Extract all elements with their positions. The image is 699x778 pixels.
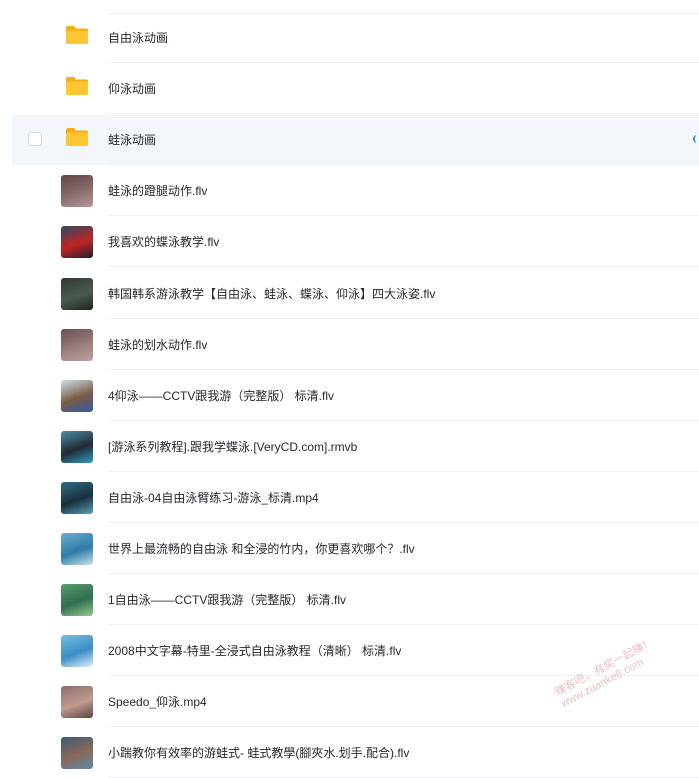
row-divider — [108, 164, 699, 166]
row-divider — [108, 521, 699, 523]
file-name[interactable]: 韩国韩系游泳教学【自由泳、蛙泳、蝶泳、仰泳】四大泳姿.flv — [108, 269, 435, 319]
file-row[interactable]: 蛙泳的蹬腿动作.flv — [12, 166, 699, 217]
file-row[interactable]: 小踹教你有效率的游蛙式- 蛙式教學(腳夾水.划手.配合).flv — [12, 728, 699, 778]
row-checkbox[interactable] — [28, 132, 42, 147]
file-name[interactable]: 蛙泳的蹬腿动作.flv — [108, 166, 207, 216]
folder-icon — [66, 77, 88, 96]
file-name[interactable]: 蛙泳动画 — [108, 115, 156, 165]
video-thumbnail — [61, 533, 93, 565]
video-thumbnail — [61, 226, 93, 259]
folder-icon — [66, 128, 88, 147]
row-divider — [108, 419, 699, 421]
file-name[interactable]: 世界上最流畅的自由泳 和全浸的竹内，你更喜欢哪个？.flv — [108, 524, 415, 574]
file-name[interactable]: 小踹教你有效率的游蛙式- 蛙式教學(腳夾水.划手.配合).flv — [108, 728, 409, 778]
file-name[interactable]: 自由泳动画 — [108, 13, 168, 63]
file-name[interactable]: 自由泳-04自由泳臂练习-游泳_标清.mp4 — [108, 473, 319, 523]
file-row[interactable]: 韩国韩系游泳教学【自由泳、蛙泳、蝶泳、仰泳】四大泳姿.flv — [12, 269, 699, 319]
row-divider — [108, 726, 699, 728]
file-row[interactable]: 自由泳-04自由泳臂练习-游泳_标清.mp4 — [12, 473, 699, 523]
row-divider — [108, 62, 699, 63]
file-row[interactable]: 蛙泳的划水动作.flv — [12, 320, 699, 370]
row-divider — [108, 266, 699, 268]
file-row[interactable]: [游泳系列教程].跟我学蝶泳.[VeryCD.com].rmvb — [12, 422, 699, 472]
video-thumbnail — [61, 175, 93, 208]
file-name[interactable]: 2008中文字幕-特里-全浸式自由泳教程（清晰） 标清.flv — [108, 626, 401, 676]
video-thumbnail — [61, 379, 93, 412]
video-thumbnail — [61, 328, 93, 361]
video-thumbnail — [61, 635, 93, 668]
video-thumbnail — [61, 430, 93, 463]
file-list: 自由泳动画 仰泳动画 蛙泳动画 蛙泳的蹬腿动作.flv 我喜欢的蝶泳教学.flv 韩国韩系… — [0, 0, 699, 778]
file-name[interactable]: 4仰泳——CCTV跟我游（完整版） 标清.flv — [108, 371, 334, 421]
video-thumbnail — [61, 481, 93, 514]
row-divider — [108, 113, 699, 115]
file-name[interactable]: 蛙泳的划水动作.flv — [108, 320, 207, 370]
file-name[interactable]: 1自由泳——CCTV跟我游（完整版） 标清.flv — [108, 575, 346, 625]
link-icon[interactable] — [693, 135, 699, 144]
row-divider — [108, 624, 699, 626]
file-row[interactable]: 世界上最流畅的自由泳 和全浸的竹内，你更喜欢哪个？.flv — [12, 524, 699, 574]
folder-row[interactable]: 仰泳动画 — [12, 64, 699, 115]
folder-row[interactable]: 自由泳动画 — [12, 13, 699, 63]
file-name[interactable]: Speedo_仰泳.mp4 — [108, 677, 207, 727]
file-name[interactable]: 仰泳动画 — [108, 64, 156, 114]
file-row[interactable]: 1自由泳——CCTV跟我游（完整版） 标清.flv — [12, 575, 699, 626]
video-thumbnail — [61, 277, 93, 310]
row-divider — [108, 368, 699, 370]
file-row[interactable]: 4仰泳——CCTV跟我游（完整版） 标清.flv — [12, 371, 699, 421]
row-divider — [108, 317, 699, 319]
file-name[interactable]: 我喜欢的蝶泳教学.flv — [108, 217, 219, 267]
video-thumbnail — [61, 584, 93, 617]
row-divider — [108, 215, 699, 217]
row-divider — [108, 573, 699, 574]
folder-icon — [66, 26, 88, 44]
video-thumbnail — [61, 737, 93, 770]
file-row[interactable]: 我喜欢的蝶泳教学.flv — [12, 217, 699, 268]
row-divider — [108, 470, 699, 472]
video-thumbnail — [61, 686, 93, 719]
folder-row[interactable]: 蛙泳动画 — [12, 115, 699, 166]
file-name[interactable]: [游泳系列教程].跟我学蝶泳.[VeryCD.com].rmvb — [108, 422, 357, 472]
